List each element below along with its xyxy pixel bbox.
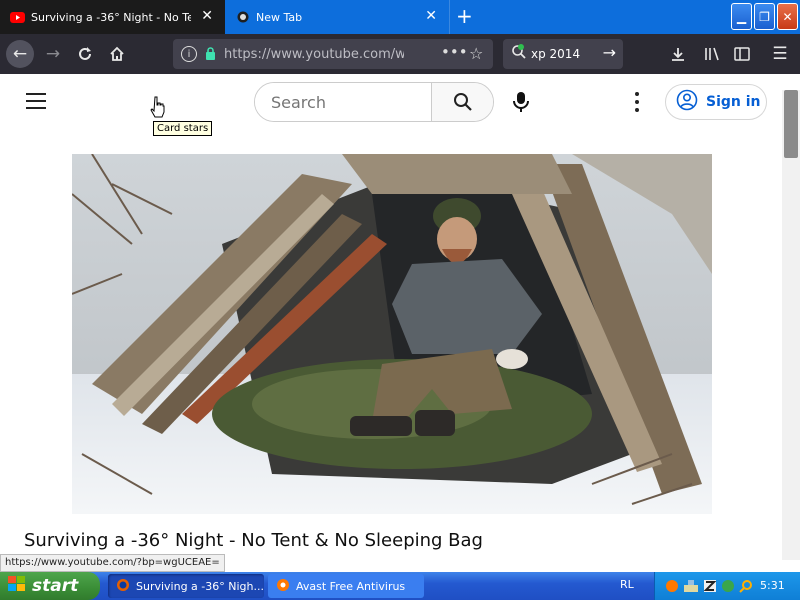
- tooltip: Card stars: [153, 121, 213, 136]
- new-tab-plus-icon[interactable]: +: [456, 5, 473, 27]
- language-indicator[interactable]: RL: [620, 578, 634, 591]
- search-icon: [511, 44, 527, 64]
- taskbar-item-avast[interactable]: Avast Free Antivirus: [268, 574, 424, 598]
- tab-youtube[interactable]: Surviving a -36° Night - No Tent & No Sl…: [0, 0, 225, 34]
- youtube-page: Sign in: [0, 74, 800, 572]
- url-text[interactable]: https://www.youtube.com/watch: [224, 47, 404, 62]
- user-avatar-icon: [676, 89, 698, 115]
- start-label: start: [32, 576, 79, 596]
- search-go-arrow-icon[interactable]: →: [603, 43, 616, 62]
- tab-strip: Surviving a -36° Night - No Tent & No Sl…: [0, 0, 800, 34]
- page-scrollbar-track[interactable]: [782, 90, 800, 560]
- lock-icon[interactable]: [205, 45, 216, 64]
- info-icon[interactable]: i: [181, 46, 197, 62]
- more-options-icon[interactable]: [627, 92, 647, 112]
- url-bar[interactable]: i https://www.youtube.com/watch ••• ☆: [173, 39, 493, 69]
- library-icon[interactable]: [699, 41, 725, 67]
- avast-tray-icon[interactable]: [665, 578, 679, 597]
- guide-menu-icon[interactable]: [26, 93, 46, 109]
- sign-in-label: Sign in: [706, 94, 761, 110]
- utility-tray-icon[interactable]: [721, 578, 735, 597]
- taskbar-item-label: Surviving a -36° Nigh...: [136, 579, 264, 593]
- windows-flag-icon: [8, 575, 26, 597]
- search-icon: [453, 93, 472, 111]
- avast-icon: [276, 578, 290, 595]
- sign-in-button[interactable]: Sign in: [665, 84, 767, 120]
- restore-window-button[interactable]: ❐: [754, 3, 775, 30]
- youtube-search-box: [254, 82, 494, 122]
- youtube-icon: [10, 11, 25, 23]
- navigation-toolbar: ← → i https://www.youtube.com/watch ••• …: [0, 34, 800, 74]
- video-title: Surviving a -36° Night - No Tent & No Sl…: [24, 530, 483, 551]
- video-thumbnail-image: [72, 154, 712, 514]
- start-button[interactable]: start: [0, 572, 100, 600]
- forward-arrow-icon[interactable]: →: [40, 41, 66, 67]
- home-icon[interactable]: [104, 41, 130, 67]
- search-input[interactable]: [255, 83, 431, 121]
- tab-title: Surviving a -36° Night - No Tent & No Sl…: [31, 10, 191, 24]
- close-tab-icon[interactable]: ✕: [201, 9, 213, 23]
- sidebar-toggle-icon[interactable]: [729, 41, 755, 67]
- search-tray-icon[interactable]: [739, 578, 753, 597]
- video-player[interactable]: [72, 154, 712, 514]
- browser-search-bar[interactable]: xp 2014 →: [503, 39, 623, 69]
- system-clock[interactable]: 5:31: [760, 579, 785, 592]
- taskbar-item-label: Avast Free Antivirus: [296, 579, 406, 593]
- page-actions-icon[interactable]: •••: [441, 43, 468, 61]
- close-window-button[interactable]: ✕: [777, 3, 798, 30]
- hand-cursor-icon: [150, 96, 166, 122]
- back-arrow-icon[interactable]: ←: [6, 40, 34, 68]
- tab-title: New Tab: [256, 10, 303, 24]
- tab-new-tab[interactable]: New Tab ✕: [225, 0, 450, 34]
- reload-icon[interactable]: [72, 41, 98, 67]
- download-icon[interactable]: [665, 41, 691, 67]
- taskbar: start Surviving a -36° Nigh... Avast Fre…: [0, 572, 800, 600]
- link-status-bar: https://www.youtube.com/?bp=wgUCEAE=: [0, 554, 225, 572]
- firefox-icon: [116, 578, 130, 595]
- network-tray-icon[interactable]: [683, 578, 699, 597]
- zonealarm-tray-icon[interactable]: [703, 578, 717, 597]
- page-scrollbar-thumb[interactable]: [784, 90, 798, 158]
- hamburger-menu-icon[interactable]: ☰: [767, 41, 793, 67]
- firefox-icon: [235, 11, 250, 23]
- bookmark-star-icon[interactable]: ☆: [469, 44, 483, 63]
- microphone-icon[interactable]: [510, 90, 532, 118]
- minimize-window-button[interactable]: ▁: [731, 3, 752, 30]
- close-tab-icon[interactable]: ✕: [425, 9, 437, 23]
- taskbar-item-firefox[interactable]: Surviving a -36° Nigh...: [108, 574, 264, 598]
- browser-search-text: xp 2014: [531, 47, 581, 61]
- search-button[interactable]: [431, 83, 493, 121]
